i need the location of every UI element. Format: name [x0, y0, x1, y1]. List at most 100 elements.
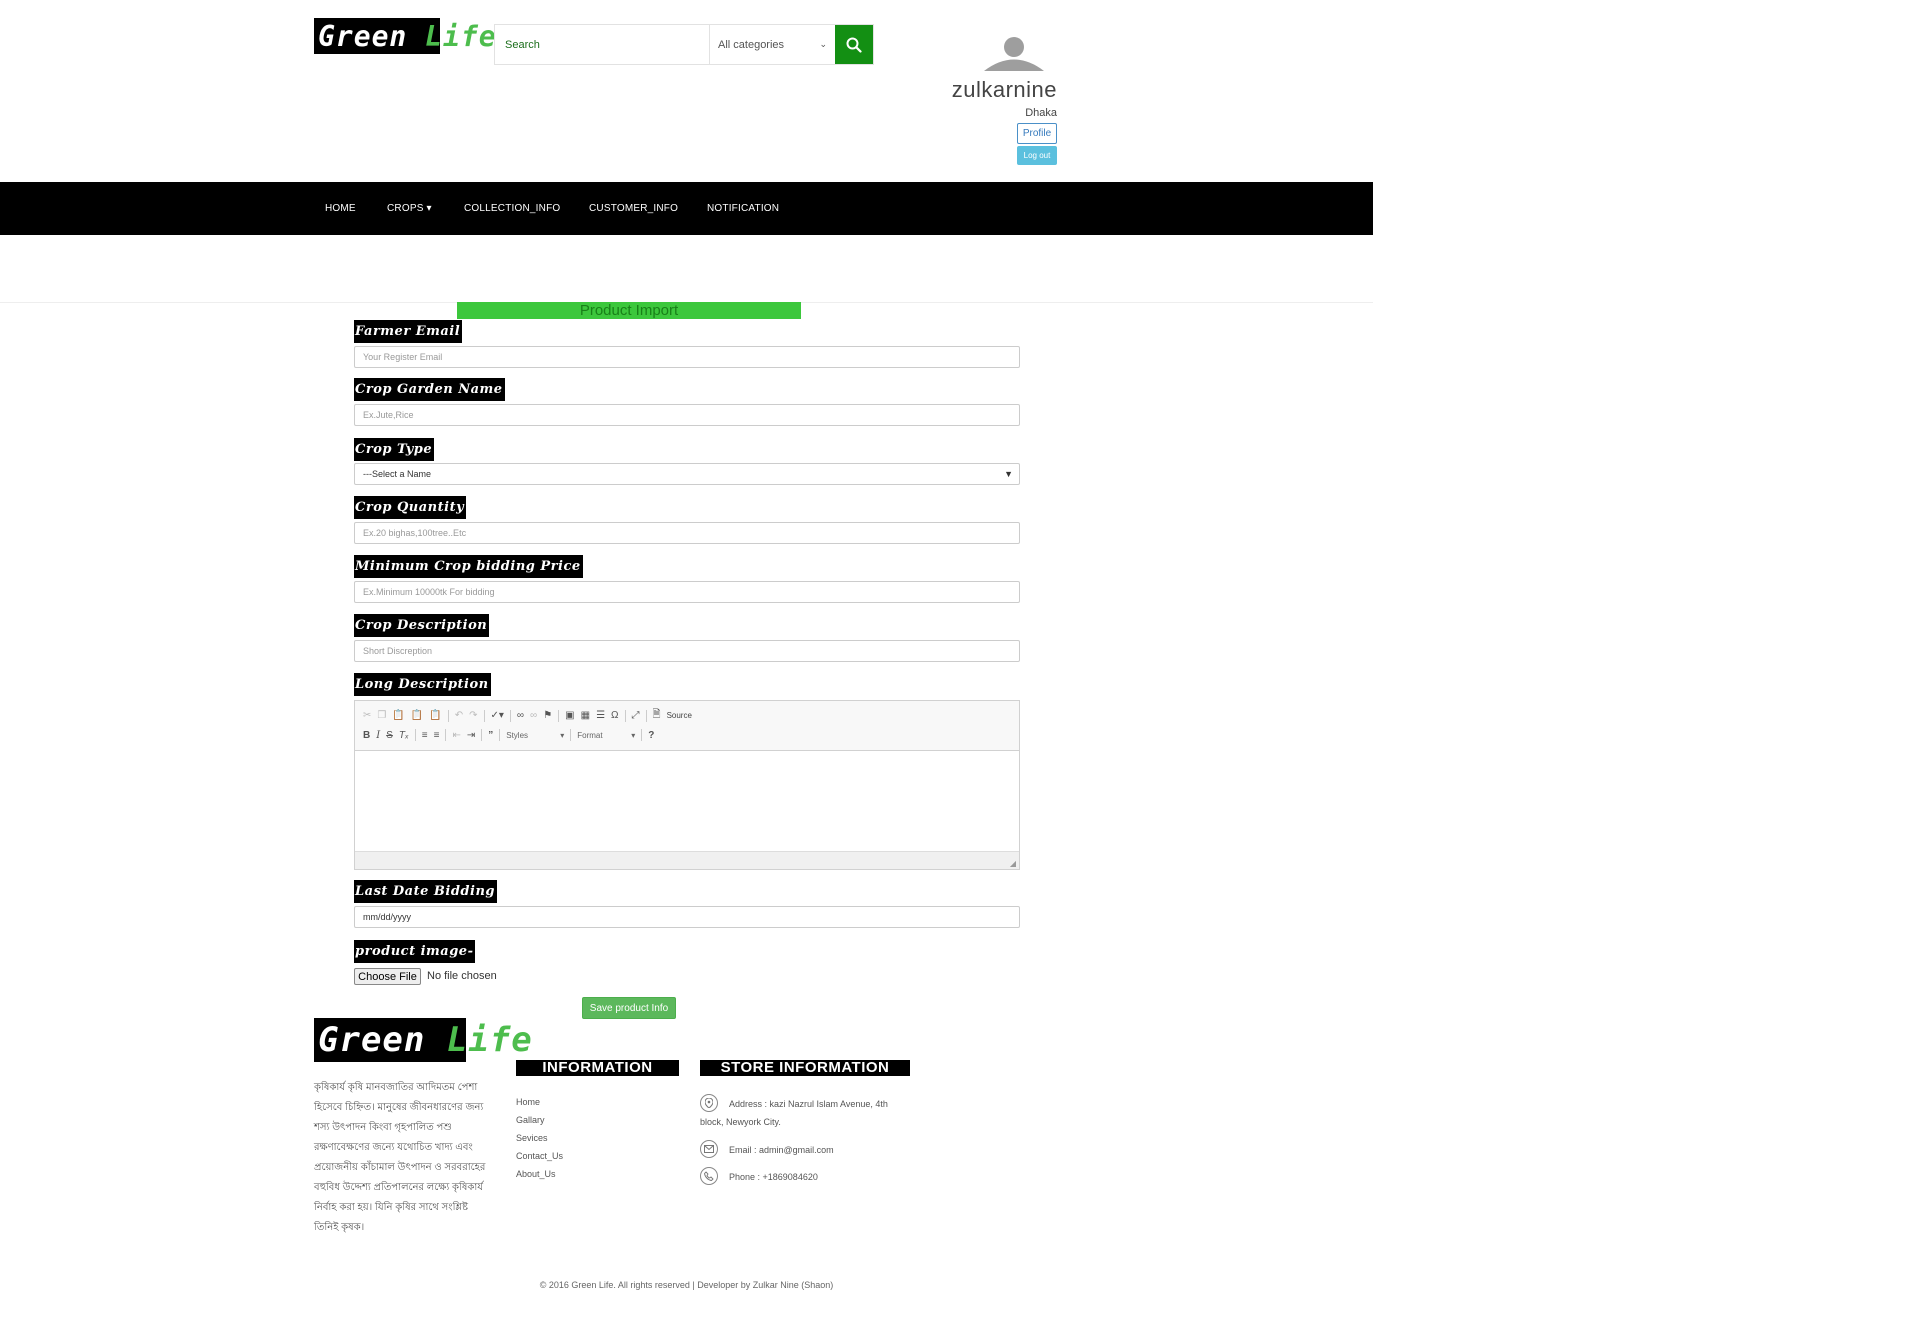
toolbar-separator [499, 729, 501, 741]
crop-garden-name-input[interactable]: Ex.Jute,Rice [354, 404, 1020, 426]
about-text: কৃষিকার্য কৃষি মানবজাতির আদিমতম পেশা হিস… [314, 1082, 486, 1233]
bold-icon[interactable]: B [363, 730, 370, 741]
maximize-icon[interactable]: ⤢ [632, 710, 640, 721]
numbered-list-icon[interactable]: ≡ [422, 730, 428, 741]
toolbar-separator [509, 709, 511, 722]
store-phone: Phone : +1869084620 [729, 1172, 818, 1182]
help-icon[interactable]: ? [648, 730, 654, 741]
email-icon [700, 1140, 718, 1158]
format-label: Format [577, 730, 603, 740]
table-icon[interactable]: ▦ [581, 710, 590, 721]
blockquote-icon[interactable]: ” [488, 730, 493, 741]
save-product-button[interactable]: Save product Info [582, 997, 676, 1019]
logo-green-text: Green [318, 1020, 426, 1060]
user-name: zulkarnine [951, 77, 1057, 102]
footer-link-home[interactable]: Home [516, 1097, 540, 1107]
source-icon[interactable]: 🗎 [653, 707, 661, 724]
caret-down-icon: ▾ [560, 730, 565, 740]
toolbar-separator [414, 729, 416, 741]
styles-label: Styles [506, 730, 529, 740]
toolbar-separator [558, 709, 560, 722]
profile-button[interactable]: Profile [1017, 123, 1057, 144]
nav-item-home[interactable]: HOME [325, 182, 356, 235]
label-product-image: product image- [354, 940, 476, 963]
crop-description-input[interactable]: Short Discreption [354, 640, 1020, 662]
editor-content-area[interactable] [355, 751, 1019, 853]
toolbar-separator [624, 709, 626, 722]
toolbar-separator [447, 709, 449, 722]
information-heading: INFORMATION [516, 1060, 679, 1076]
format-dropdown[interactable]: Format ▾ [577, 731, 635, 740]
form-title: Product Import [457, 302, 801, 319]
strike-icon[interactable]: S [386, 730, 393, 741]
category-select[interactable]: All categories ⌄ [709, 25, 835, 64]
site-logo[interactable]: Green Life [314, 18, 496, 54]
footer-link-about-us[interactable]: About_Us [516, 1169, 556, 1179]
footer-logo[interactable]: Green Life [314, 1018, 532, 1062]
cut-icon[interactable]: ✂ [363, 710, 371, 721]
location-icon [700, 1094, 718, 1112]
minimum-price-input[interactable]: Ex.Minimum 10000tk For bidding [354, 581, 1020, 603]
toolbar-separator [645, 709, 647, 722]
crop-type-selected: ---Select a Name [363, 469, 432, 479]
store-address-line-1: Address : kazi Nazrul Islam Avenue, 4th [729, 1099, 888, 1109]
label-crop-quantity: Crop Quantity [354, 496, 467, 519]
last-date-bidding-input[interactable]: mm/dd/yyyy [354, 906, 1020, 928]
copy-icon[interactable]: ❐ [377, 710, 386, 721]
search-bar: Search All categories ⌄ [494, 24, 874, 65]
store-email: Email : admin@gmail.com [729, 1145, 834, 1155]
footer-link-gallary[interactable]: Gallary [516, 1115, 545, 1125]
resize-handle-icon[interactable]: ◢ [1010, 859, 1016, 868]
search-icon [846, 37, 862, 53]
store-address-line-2: block, Newyork City. [700, 1117, 781, 1127]
remove-format-icon[interactable]: Tₓ [399, 730, 409, 741]
toolbar-separator [481, 729, 483, 741]
label-minimum-price: Minimum Crop bidding Price [354, 555, 583, 578]
logout-button[interactable]: Log out [1017, 146, 1057, 165]
logo-life-text: Life [425, 19, 497, 53]
label-last-date-bidding: Last Date Bidding [354, 880, 497, 903]
caret-down-icon: ▾ [631, 730, 636, 740]
toolbar-separator [570, 729, 572, 741]
nav-item-notification[interactable]: NOTIFICATION [707, 182, 779, 235]
logo-life-text: Life [446, 1020, 533, 1060]
outdent-icon[interactable]: ⇤ [452, 730, 460, 741]
crop-quantity-input[interactable]: Ex.20 bighas,100tree..Etc [354, 522, 1020, 544]
anchor-flag-icon[interactable]: ⚑ [543, 710, 552, 721]
logo-green-text: Green [318, 19, 408, 53]
choose-file-button[interactable]: Choose File [354, 968, 421, 985]
search-button[interactable] [835, 25, 873, 64]
unlink-icon[interactable]: ∞ [530, 710, 537, 721]
special-char-icon[interactable]: Ω [611, 710, 618, 721]
label-crop-garden-name: Crop Garden Name [354, 378, 505, 401]
horizontal-rule-icon[interactable]: ☰ [596, 710, 605, 721]
bullet-list-icon[interactable]: ≡ [434, 730, 440, 741]
nav-item-collection-info[interactable]: COLLECTION_INFO [464, 182, 560, 235]
category-selected: All categories [718, 38, 785, 51]
footer-link-sevices[interactable]: Sevices [516, 1133, 548, 1143]
link-icon[interactable]: ∞ [517, 710, 524, 721]
label-crop-type: Crop Type [354, 438, 435, 461]
indent-icon[interactable]: ⇥ [467, 730, 475, 741]
paste-word-icon[interactable]: 📋 [429, 710, 441, 721]
farmer-email-input[interactable]: Your Register Email [354, 346, 1020, 368]
italic-icon[interactable]: I [376, 730, 380, 741]
footer-link-contact-us[interactable]: Contact_Us [516, 1151, 563, 1161]
crop-type-select[interactable]: ---Select a Name ▼ [354, 463, 1020, 485]
source-button-label[interactable]: Source [667, 711, 692, 720]
nav-item-crops[interactable]: CROPS ▾ [387, 182, 432, 235]
search-input[interactable]: Search [495, 25, 709, 64]
paste-text-icon[interactable]: 📋 [411, 710, 423, 721]
label-crop-description: Crop Description [354, 614, 490, 637]
user-city: Dhaka [1025, 107, 1057, 119]
phone-icon [700, 1167, 718, 1185]
editor-status-bar: ◢ [355, 851, 1019, 869]
editor-toolbar: ✂ ❐ 📋 📋 📋 ↶ ↷ ✓▾ ∞ ∞ ⚑ ▣ ▦ ☰ Ω ⤢ 🗎 Sourc… [355, 701, 1019, 751]
spellcheck-icon[interactable]: ✓▾ [491, 710, 504, 721]
undo-icon[interactable]: ↶ [455, 710, 463, 721]
styles-dropdown[interactable]: Styles ▾ [506, 731, 564, 740]
redo-icon[interactable]: ↷ [469, 710, 477, 721]
paste-icon[interactable]: 📋 [392, 710, 404, 721]
image-icon[interactable]: ▣ [565, 710, 574, 721]
nav-item-customer-info[interactable]: CUSTOMER_INFO [589, 182, 678, 235]
